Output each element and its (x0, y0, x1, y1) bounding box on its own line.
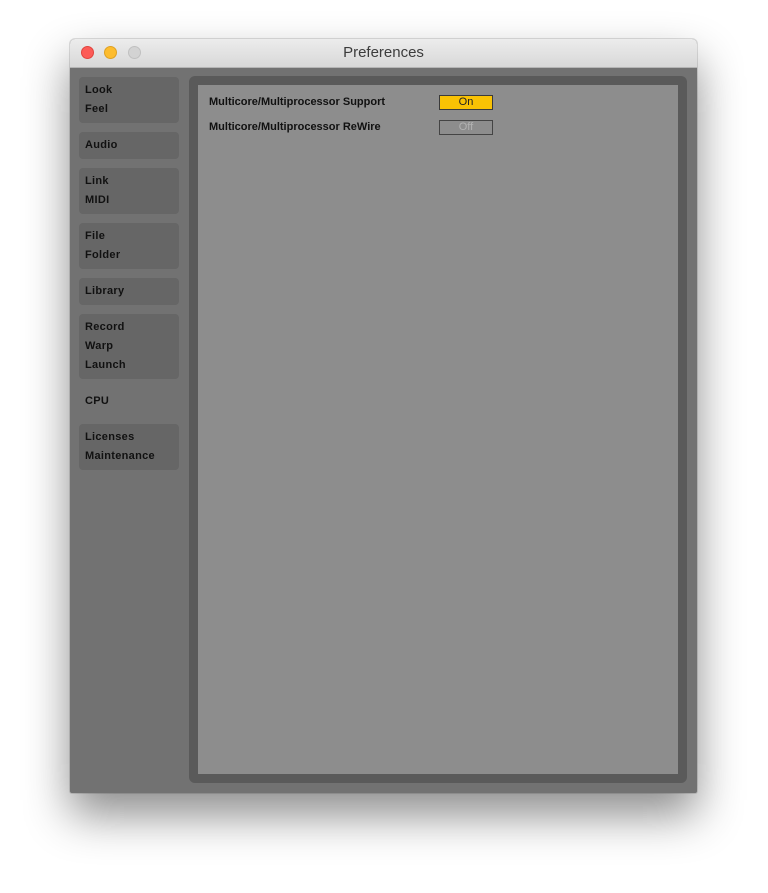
tab-midi[interactable]: MIDI (85, 191, 173, 210)
tab-group-library[interactable]: Library (79, 278, 179, 305)
preferences-sidebar: Look Feel Audio Link MIDI File Folder Li… (79, 77, 199, 479)
tab-group-record-warp-launch[interactable]: Record Warp Launch (79, 314, 179, 379)
tab-maintenance[interactable]: Maintenance (85, 447, 173, 466)
multicore-support-toggle[interactable]: On (439, 95, 493, 110)
tab-licenses[interactable]: Licenses (85, 428, 173, 447)
tab-group-licenses-maintenance[interactable]: Licenses Maintenance (79, 424, 179, 470)
tab-group-cpu[interactable]: CPU (79, 388, 199, 415)
tab-folder[interactable]: Folder (85, 246, 173, 265)
tab-library[interactable]: Library (85, 282, 173, 301)
tab-link[interactable]: Link (85, 172, 173, 191)
settings-panel-frame: Multicore/Multiprocessor Support On Mult… (189, 76, 687, 783)
tab-cpu[interactable]: CPU (85, 392, 193, 411)
tab-file[interactable]: File (85, 227, 173, 246)
multicore-rewire-label: Multicore/Multiprocessor ReWire (209, 121, 381, 133)
title-bar: Preferences (70, 39, 697, 68)
preferences-window: Preferences Look Feel Audio Link MIDI Fi… (70, 39, 697, 793)
tab-warp[interactable]: Warp (85, 337, 173, 356)
tab-audio[interactable]: Audio (85, 136, 173, 155)
multicore-support-label: Multicore/Multiprocessor Support (209, 96, 386, 108)
tab-group-file-folder[interactable]: File Folder (79, 223, 179, 269)
tab-feel[interactable]: Feel (85, 100, 173, 119)
window-title: Preferences (343, 44, 424, 61)
tab-launch[interactable]: Launch (85, 356, 173, 375)
tab-group-look-feel[interactable]: Look Feel (79, 77, 179, 123)
tab-record[interactable]: Record (85, 318, 173, 337)
tab-look[interactable]: Look (85, 81, 173, 100)
multicore-rewire-toggle[interactable]: Off (439, 120, 493, 135)
tab-group-link-midi[interactable]: Link MIDI (79, 168, 179, 214)
tab-group-audio[interactable]: Audio (79, 132, 179, 159)
cpu-settings-panel: Multicore/Multiprocessor Support On Mult… (198, 85, 678, 774)
